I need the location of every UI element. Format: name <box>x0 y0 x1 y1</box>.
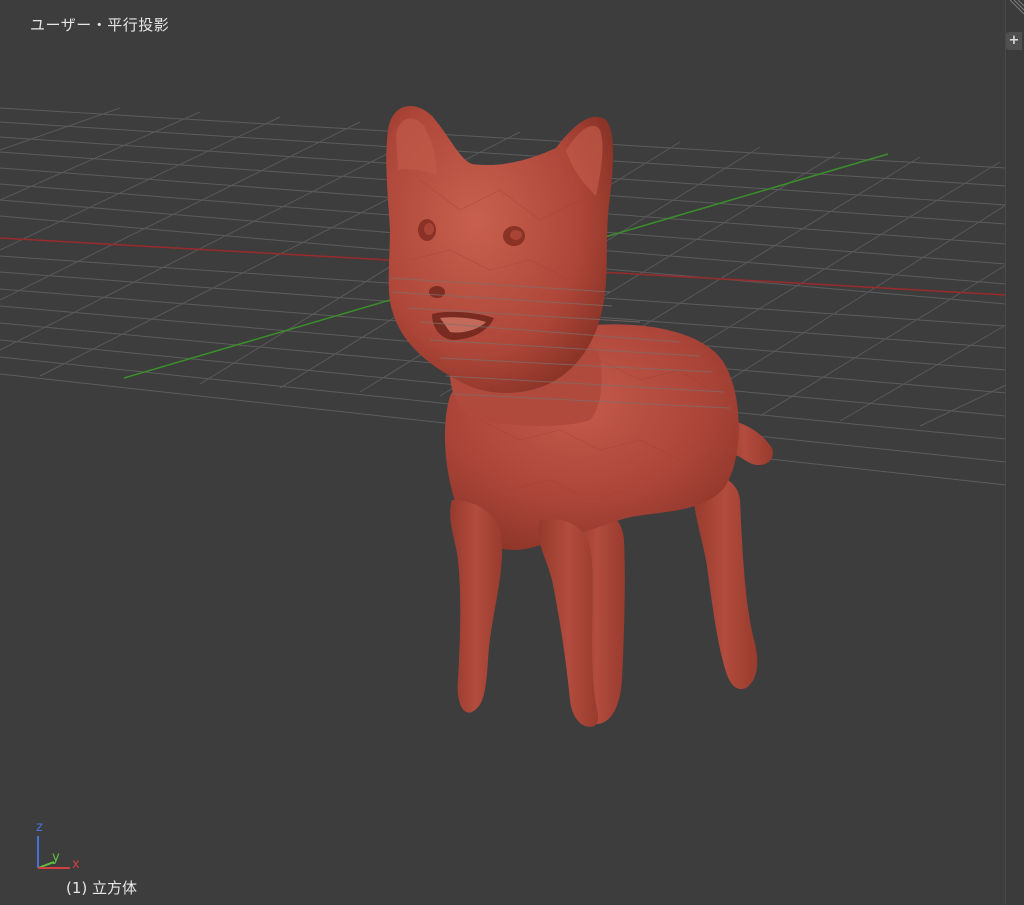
gizmo-y-label: y <box>52 850 60 865</box>
viewport-scene[interactable] <box>0 0 1024 905</box>
active-object-label: (1) 立方体 <box>66 879 138 897</box>
cat-model[interactable] <box>386 105 773 727</box>
gizmo-x-label: x <box>72 857 80 872</box>
cat-front-leg-right[interactable] <box>538 519 599 727</box>
cat-nose <box>429 286 445 298</box>
area-split-corner-icon[interactable] <box>1006 0 1024 18</box>
cat-front-leg-left[interactable] <box>450 500 503 713</box>
toolshelf-toggle-button[interactable]: + <box>1006 32 1022 50</box>
3d-viewport[interactable]: ユーザー・平行投影 + z y x (1) 立方体 <box>0 0 1024 905</box>
axis-gizmo: z y x <box>30 820 90 875</box>
viewport-title: ユーザー・平行投影 <box>30 16 170 34</box>
right-region-edge[interactable] <box>1005 0 1024 905</box>
plus-icon: + <box>1008 33 1020 48</box>
gizmo-z-label: z <box>36 820 43 835</box>
